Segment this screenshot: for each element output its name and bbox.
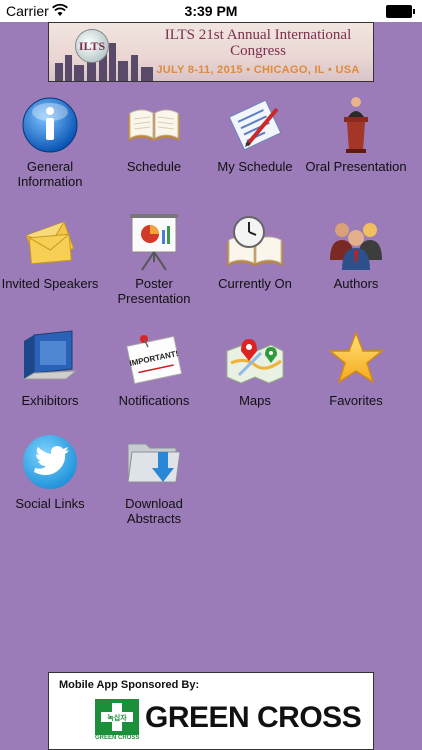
clock-time: 3:39 PM xyxy=(184,3,238,19)
important-note-icon: IMPORTANT! xyxy=(126,335,183,385)
svg-text:녹십자: 녹십자 xyxy=(107,713,127,722)
menu-label: Exhibitors xyxy=(21,393,79,408)
menu-label: Invited Speakers xyxy=(1,276,99,291)
banner-subtitle: JULY 8-11, 2015 • CHICAGO, IL • USA xyxy=(156,64,360,76)
battery-icon xyxy=(386,5,415,18)
menu-schedule[interactable]: Schedule xyxy=(104,95,204,205)
menu-poster-presentation[interactable]: Poster Presentation xyxy=(104,212,204,322)
sponsor-logo-caption: GREEN CROSS xyxy=(95,735,140,741)
booth-icon xyxy=(22,330,78,380)
menu-currently-on[interactable]: Currently On xyxy=(205,212,305,322)
menu-social-links[interactable]: Social Links xyxy=(0,432,100,542)
menu-label: Notifications xyxy=(118,393,190,408)
open-book-icon xyxy=(128,109,180,141)
star-icon xyxy=(327,330,385,384)
menu-oral-presentation[interactable]: Oral Presentation xyxy=(305,95,407,205)
menu-label: Authors xyxy=(333,276,379,291)
menu-my-schedule[interactable]: My Schedule xyxy=(205,95,305,205)
menu-label: Maps xyxy=(239,393,271,408)
menu-notifications[interactable]: IMPORTANT! Notifications xyxy=(104,329,204,439)
menu-label: Social Links xyxy=(15,496,85,511)
envelope-icon xyxy=(25,221,75,265)
menu-authors[interactable]: Authors xyxy=(306,212,406,322)
banner-title: ILTS 21st Annual International Congress xyxy=(164,27,352,59)
menu-label: General Information xyxy=(17,159,83,189)
download-folder-icon xyxy=(127,443,181,483)
menu-label: Favorites xyxy=(329,393,383,408)
menu-label: Poster Presentation xyxy=(117,276,191,306)
sponsor-name: GREEN CROSS xyxy=(145,701,362,734)
status-bar: Carrier 3:39 PM xyxy=(0,0,422,22)
info-icon xyxy=(22,97,78,153)
menu-label: Download Abstracts xyxy=(125,496,183,526)
easel-chart-icon xyxy=(130,214,178,271)
twitter-icon xyxy=(23,435,77,489)
menu-label: My Schedule xyxy=(217,159,293,174)
map-icon xyxy=(226,339,284,384)
menu-general-information[interactable]: General Information xyxy=(0,95,100,205)
green-cross-logo-icon: 녹십자 xyxy=(95,699,139,735)
menu-label: Oral Presentation xyxy=(305,159,407,174)
menu-favorites[interactable]: Favorites xyxy=(306,329,406,439)
sponsor-banner[interactable]: Mobile App Sponsored By: 녹십자 GREEN CROSS… xyxy=(48,672,374,750)
menu-exhibitors[interactable]: Exhibitors xyxy=(0,329,100,439)
menu-label: Currently On xyxy=(218,276,292,291)
menu-invited-speakers[interactable]: Invited Speakers xyxy=(0,212,100,322)
checklist-icon xyxy=(228,99,282,151)
sponsor-caption: Mobile App Sponsored By: xyxy=(59,679,200,691)
clock-book-icon xyxy=(227,216,283,266)
menu-download-abstracts[interactable]: Download Abstracts xyxy=(104,432,204,542)
ilts-logo: ILTS xyxy=(75,29,109,63)
podium-icon xyxy=(344,97,368,153)
people-icon xyxy=(330,223,382,270)
menu-label: Schedule xyxy=(126,159,182,174)
menu-maps[interactable]: Maps xyxy=(205,329,305,439)
congress-banner[interactable]: ILTS ILTS 21st Annual International Cong… xyxy=(48,22,374,82)
